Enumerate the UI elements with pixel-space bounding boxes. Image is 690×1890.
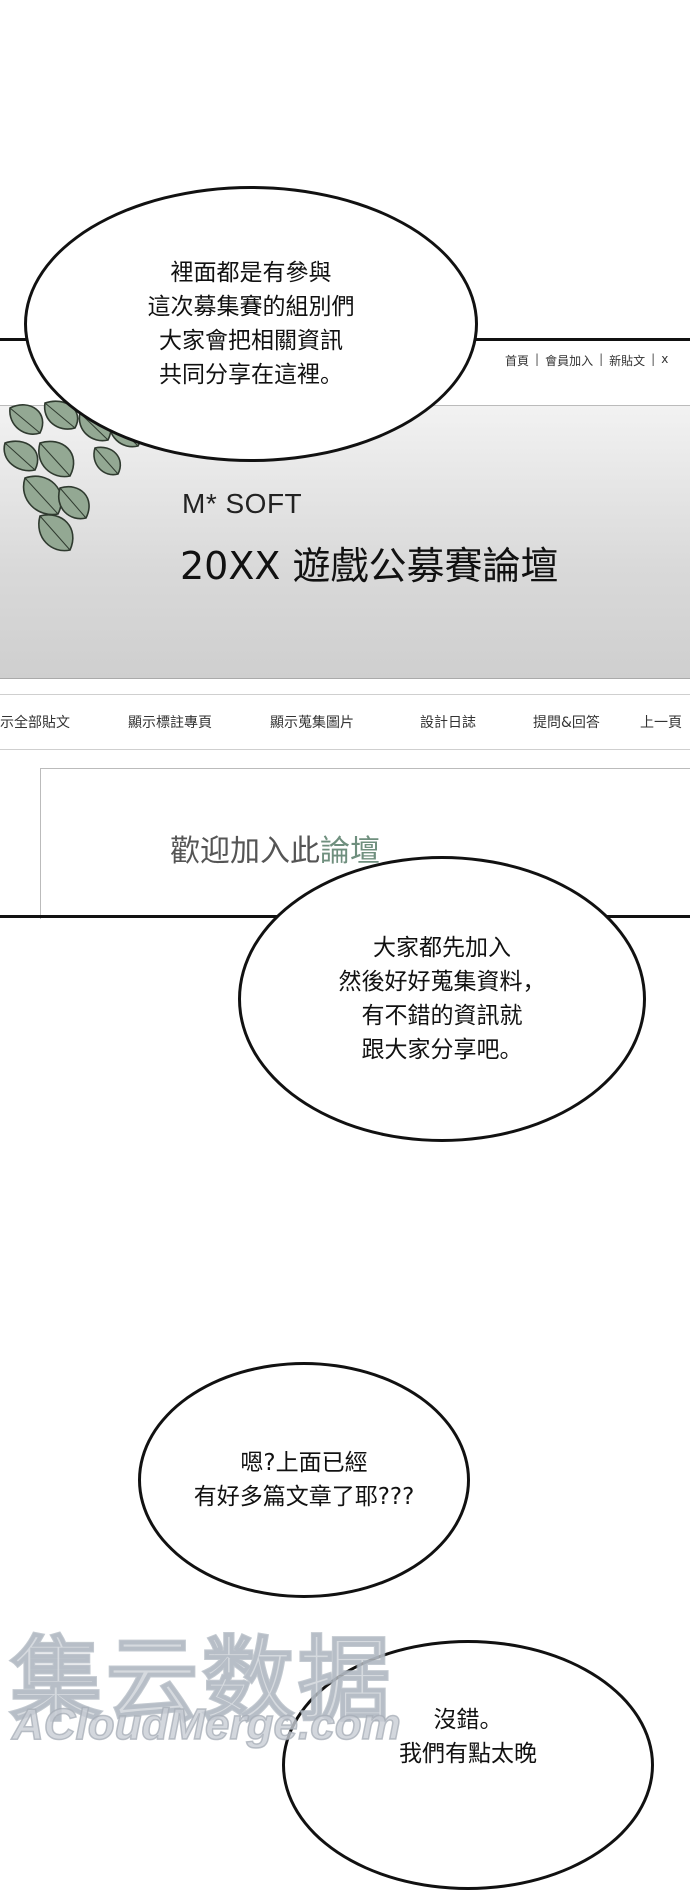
menu-qa[interactable]: 提問&回答 — [533, 712, 600, 732]
forum-brand: M* SOFT — [182, 488, 303, 519]
forum-title: 20XX 遊戲公募賽論壇 — [180, 544, 559, 588]
menu-tagged-pages[interactable]: 顯示標註專頁 — [128, 712, 212, 732]
speech-bubble-text: 大家都先加入 然後好好蒐集資料， 有不錯的資訊就 跟大家分享吧。 — [338, 935, 546, 1063]
menu-previous-page[interactable]: 上一頁 — [640, 712, 682, 732]
welcome-prefix: 歡迎加入此 — [170, 834, 320, 869]
speech-bubble-text: 裡面都是有參與 這次募集賽的組別們 大家會把相關資訊 共同分享在這裡。 — [147, 260, 355, 388]
topnav-separator: | — [599, 352, 604, 366]
speech-bubble-text: 嗯?上面已經 有好多篇文章了耶??? — [193, 1450, 415, 1510]
topnav-extra-link[interactable]: x — [661, 352, 668, 372]
speech-bubble-1: 裡面都是有參與 這次募集賽的組別們 大家會把相關資訊 共同分享在這裡。 — [24, 186, 478, 462]
menu-design-log[interactable]: 設計日誌 — [420, 712, 476, 732]
welcome-message: 歡迎加入此論壇 — [170, 826, 380, 870]
speech-bubble-text: 沒錯。 我們有點太晚 — [399, 1707, 537, 1767]
topnav-separator: | — [535, 352, 540, 366]
speech-bubble-3: 嗯?上面已經 有好多篇文章了耶??? — [138, 1362, 470, 1598]
menu-all-posts[interactable]: 示全部貼文 — [0, 712, 70, 732]
speech-bubble-2: 大家都先加入 然後好好蒐集資料， 有不錯的資訊就 跟大家分享吧。 — [238, 856, 646, 1142]
topnav-separator: | — [651, 352, 656, 366]
forum-top-nav: 首頁 | 會員加入 | 新貼文 | x — [505, 352, 668, 372]
topnav-new-post-link[interactable]: 新貼文 — [609, 352, 645, 372]
menu-collected-images[interactable]: 顯示蒐集圖片 — [270, 712, 354, 732]
topnav-home-link[interactable]: 首頁 — [505, 352, 529, 372]
topnav-join-link[interactable]: 會員加入 — [545, 352, 593, 372]
watermark-english: ACloudMerge.com — [11, 1699, 401, 1750]
